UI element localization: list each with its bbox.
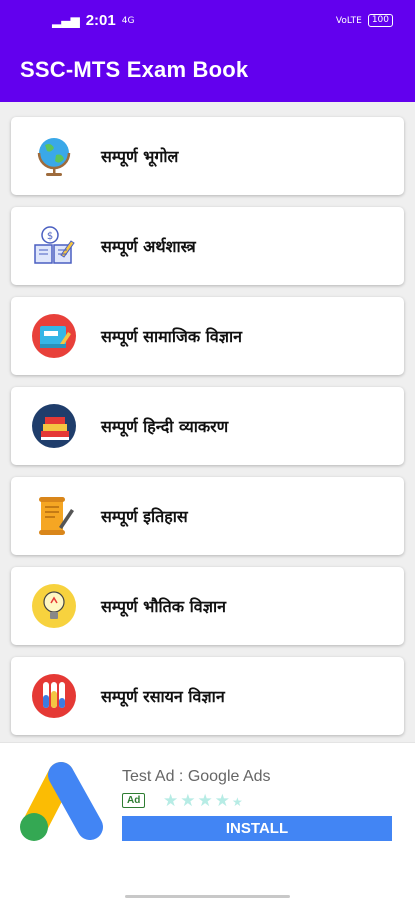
home-indicator[interactable] bbox=[125, 895, 290, 898]
subject-list[interactable]: सम्पूर्ण भूगोल $ सम्पूर्ण अर्थशास्त्र सम… bbox=[0, 102, 415, 742]
subject-card-geography[interactable]: सम्पूर्ण भूगोल bbox=[11, 117, 404, 195]
signal-icon: ▂▄▆ bbox=[52, 13, 80, 28]
rating-stars-icon: ★★★★★ bbox=[163, 791, 245, 811]
battery-icon: 100 bbox=[367, 14, 393, 27]
ad-title: Test Ad : Google Ads bbox=[122, 768, 271, 785]
subject-label: सम्पूर्ण हिन्दी व्याकरण bbox=[101, 417, 229, 436]
install-button[interactable]: INSTALL bbox=[122, 816, 392, 841]
svg-text:$: $ bbox=[47, 231, 53, 242]
ad-badge: Ad bbox=[122, 793, 146, 808]
status-bar: ▂▄▆ 2:01 4G VoLTE 100 bbox=[0, 0, 415, 40]
volte-label: VoLTE bbox=[335, 15, 362, 26]
books-icon bbox=[32, 404, 76, 448]
subject-card-chemistry[interactable]: सम्पूर्ण रसायन विज्ञान bbox=[11, 657, 404, 735]
subject-label: सम्पूर्ण भौतिक विज्ञान bbox=[101, 597, 226, 616]
economics-book-icon: $ bbox=[34, 226, 75, 264]
navigation-bar bbox=[0, 860, 415, 900]
subject-label: सम्पूर्ण भूगोल bbox=[101, 147, 179, 166]
subject-label: सम्पूर्ण रसायन विज्ञान bbox=[101, 687, 225, 706]
network-type: 4G bbox=[121, 15, 135, 26]
test-tubes-icon bbox=[32, 674, 76, 718]
ad-banner[interactable]: Test Ad : Google Ads Ad ★★★★★ INSTALL bbox=[0, 742, 415, 860]
status-time: 2:01 bbox=[85, 12, 116, 29]
subject-label: सम्पूर्ण इतिहास bbox=[101, 507, 188, 526]
app-bar: SSC-MTS Exam Book bbox=[0, 40, 415, 102]
subject-label: सम्पूर्ण सामाजिक विज्ञान bbox=[101, 327, 243, 346]
subject-card-history[interactable]: सम्पूर्ण इतिहास bbox=[11, 477, 404, 555]
scroll-quill-icon bbox=[39, 497, 74, 535]
lightbulb-icon bbox=[32, 584, 76, 628]
subject-card-hindi-grammar[interactable]: सम्पूर्ण हिन्दी व्याकरण bbox=[11, 387, 404, 465]
subject-card-social-science[interactable]: सम्पूर्ण सामाजिक विज्ञान bbox=[11, 297, 404, 375]
subject-label: सम्पूर्ण अर्थशास्त्र bbox=[101, 237, 196, 256]
app-title: SSC-MTS Exam Book bbox=[20, 57, 249, 82]
subject-card-physics[interactable]: सम्पूर्ण भौतिक विज्ञान bbox=[11, 567, 404, 645]
notebook-icon bbox=[32, 314, 76, 358]
globe-icon bbox=[37, 138, 71, 176]
google-ads-logo-icon bbox=[20, 762, 103, 841]
subject-card-economics[interactable]: $ सम्पूर्ण अर्थशास्त्र bbox=[11, 207, 404, 285]
